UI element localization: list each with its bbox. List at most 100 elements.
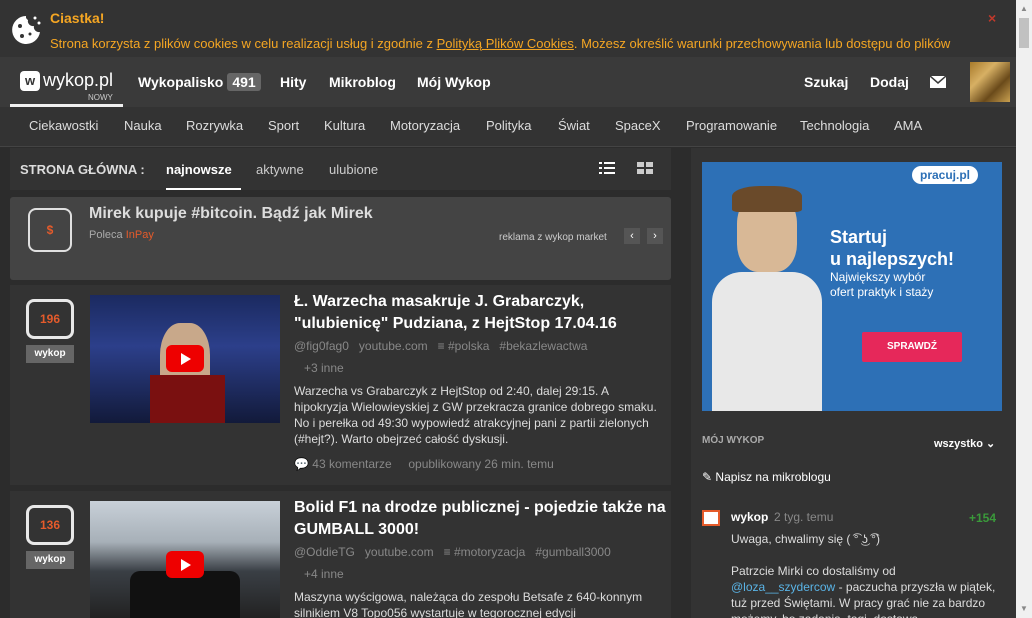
youtube-play-icon[interactable] [166, 345, 204, 372]
item-description: Warzecha vs Grabarczyk z HejtStop od 2:4… [294, 384, 657, 446]
pracuj-banner-ad[interactable]: pracuj.pl Startuj u najlepszych! Najwięks… [702, 162, 1002, 411]
main-page-label: STRONA GŁÓWNA : [20, 162, 145, 177]
add-button[interactable]: Dodaj [870, 74, 909, 90]
item-meta: @fig0fag0 youtube.com ≡ #polska #bekazle… [294, 339, 587, 353]
user-avatar[interactable] [970, 62, 1010, 102]
page-scrollbar[interactable]: ▲ ▼ [1016, 0, 1032, 618]
moj-wykop-heading: MÓJ WYKOP [702, 435, 765, 446]
dollar-icon: $ [28, 208, 72, 252]
category-item[interactable]: AMA [894, 118, 922, 133]
chevron-down-icon: ⌄ [985, 438, 996, 450]
item-tag[interactable]: #polska [448, 339, 489, 353]
video-thumbnail[interactable] [90, 295, 280, 423]
scroll-down-arrow-icon[interactable]: ▼ [1020, 604, 1028, 613]
item-more-tags[interactable]: +3 inne [304, 361, 344, 375]
category-bar: Ciekawostki Nauka Rozrywka Sport Kultura… [0, 107, 1016, 147]
pencil-icon: ✎ [702, 470, 713, 484]
vote-count: 136 [26, 505, 74, 545]
banner-subline: Największy wybór ofert praktyk i staży [830, 270, 934, 299]
main-page-tabs: STRONA GŁÓWNA : najnowsze aktywne ulubio… [10, 148, 671, 190]
cookie-policy-link[interactable]: Polityką Plików Cookies [437, 36, 574, 51]
item-footer: 💬 43 komentarze opublikowany 26 min. tem… [294, 457, 554, 471]
ad-sponsor: Poleca InPay [89, 229, 154, 241]
scroll-up-arrow-icon[interactable]: ▲ [1020, 4, 1028, 13]
link-item: 196 wykop Ł. Warzecha masakruje J. Graba… [10, 285, 671, 485]
item-description: Maszyna wyścigowa, należąca do zespołu B… [294, 590, 643, 618]
nav-hity[interactable]: Hity [280, 74, 306, 90]
item-author[interactable]: @OddieTG [294, 545, 355, 559]
category-item[interactable]: Świat [558, 118, 590, 133]
category-item[interactable]: Polityka [486, 118, 532, 133]
comments-icon: 💬 [294, 457, 309, 471]
category-item[interactable]: SpaceX [615, 118, 661, 133]
item-tag[interactable]: #bekazlewactwa [499, 339, 587, 353]
nav-moj-wykop[interactable]: Mój Wykop [417, 74, 491, 90]
link-item: 136 wykop Bolid F1 na drodze publicznej … [10, 491, 671, 618]
cookie-title: Ciastka! [50, 10, 105, 26]
category-item[interactable]: Ciekawostki [29, 118, 98, 133]
tab-aktywne[interactable]: aktywne [256, 162, 304, 177]
ad-market-label: reklama z wykop market [499, 232, 607, 243]
filter-dropdown[interactable]: wszystko ⌄ [934, 437, 995, 450]
wykop-logo[interactable]: w wykop.pl NOWY [10, 57, 123, 107]
top-navigation: w wykop.pl NOWY Wykopalisko 491 Hity Mikr… [0, 57, 1016, 107]
video-thumbnail[interactable] [90, 501, 280, 618]
item-tag[interactable]: #motoryzacja [454, 545, 525, 559]
ad-title[interactable]: Mirek kupuje #bitcoin. Bądź jak Mirek [89, 205, 373, 223]
item-source[interactable]: youtube.com [359, 339, 428, 353]
cookie-banner: Ciastka! Strona korzysta z plików cookie… [0, 0, 1016, 57]
envelope-icon[interactable] [930, 76, 946, 88]
banner-headline: Startuj u najlepszych! [830, 227, 955, 269]
banner-cta-button[interactable]: SPRAWDŹ [862, 332, 962, 362]
write-microblog-button[interactable]: ✎ Napisz na mikroblogu [702, 470, 831, 484]
item-author[interactable]: @fig0fag0 [294, 339, 349, 353]
tag-icon: ≡ [443, 545, 451, 559]
logo-subtitle: NOWY [88, 93, 113, 102]
entry-text: Uwaga, chwalimy się ( ͡° ͜ʖ ͡°) Patrzcie… [731, 532, 996, 618]
scroll-thumb[interactable] [1019, 18, 1029, 48]
item-source[interactable]: youtube.com [365, 545, 434, 559]
vote-count: 196 [26, 299, 74, 339]
thumbnail-figure-clothes [150, 375, 225, 423]
banner-person-image [712, 186, 822, 411]
entry-mention-link[interactable]: @loza__szydercow [731, 580, 835, 594]
item-title[interactable]: Ł. Warzecha masakruje J. Grabarczyk, "ul… [294, 291, 669, 335]
category-item[interactable]: Rozrywka [186, 118, 243, 133]
entry-author[interactable]: wykop [731, 510, 768, 524]
cookie-close-button[interactable]: × [988, 10, 996, 26]
list-view-icon[interactable] [599, 161, 615, 175]
item-more-tags[interactable]: +4 inne [304, 567, 344, 581]
item-meta: @OddieTG youtube.com ≡ #motoryzacja #gum… [294, 545, 611, 559]
search-button[interactable]: Szukaj [804, 74, 848, 90]
wykop-logo-icon: w [20, 71, 40, 91]
entry-points[interactable]: +154 [969, 511, 996, 525]
entry-time: 2 tyg. temu [774, 510, 834, 524]
item-tag[interactable]: #gumball3000 [535, 545, 610, 559]
nav-mikroblog[interactable]: Mikroblog [329, 74, 396, 90]
category-item[interactable]: Programowanie [686, 118, 777, 133]
youtube-play-icon[interactable] [166, 551, 204, 578]
category-item[interactable]: Kultura [324, 118, 365, 133]
sidebar: pracuj.pl Startuj u najlepszych! Najwięks… [691, 148, 1016, 618]
grid-view-icon[interactable] [637, 161, 653, 175]
wykopalisko-count-badge: 491 [227, 73, 261, 91]
ad-prev-arrow-icon[interactable]: ‹ [624, 228, 640, 244]
thumbnail-car [130, 571, 240, 618]
ad-sponsor-link[interactable]: InPay [126, 229, 154, 241]
item-title[interactable]: Bolid F1 na drodze publicznej - pojedzie… [294, 497, 669, 541]
tab-ulubione[interactable]: ulubione [329, 162, 378, 177]
item-comments[interactable]: 43 komentarze [312, 457, 391, 471]
wykop-button[interactable]: wykop [26, 551, 74, 569]
category-item[interactable]: Motoryzacja [390, 118, 460, 133]
wykop-button[interactable]: wykop [26, 345, 74, 363]
tag-icon: ≡ [437, 339, 445, 353]
sponsored-item[interactable]: $ Mirek kupuje #bitcoin. Bądź jak Mirek … [10, 197, 671, 280]
category-item[interactable]: Sport [268, 118, 299, 133]
entry-author-avatar[interactable] [702, 510, 720, 526]
nav-wykopalisko[interactable]: Wykopalisko 491 [138, 73, 261, 91]
tab-najnowsze[interactable]: najnowsze [166, 162, 232, 177]
ad-next-arrow-icon[interactable]: › [647, 228, 663, 244]
logo-text: wykop.pl [43, 70, 114, 90]
category-item[interactable]: Technologia [800, 118, 869, 133]
category-item[interactable]: Nauka [124, 118, 162, 133]
